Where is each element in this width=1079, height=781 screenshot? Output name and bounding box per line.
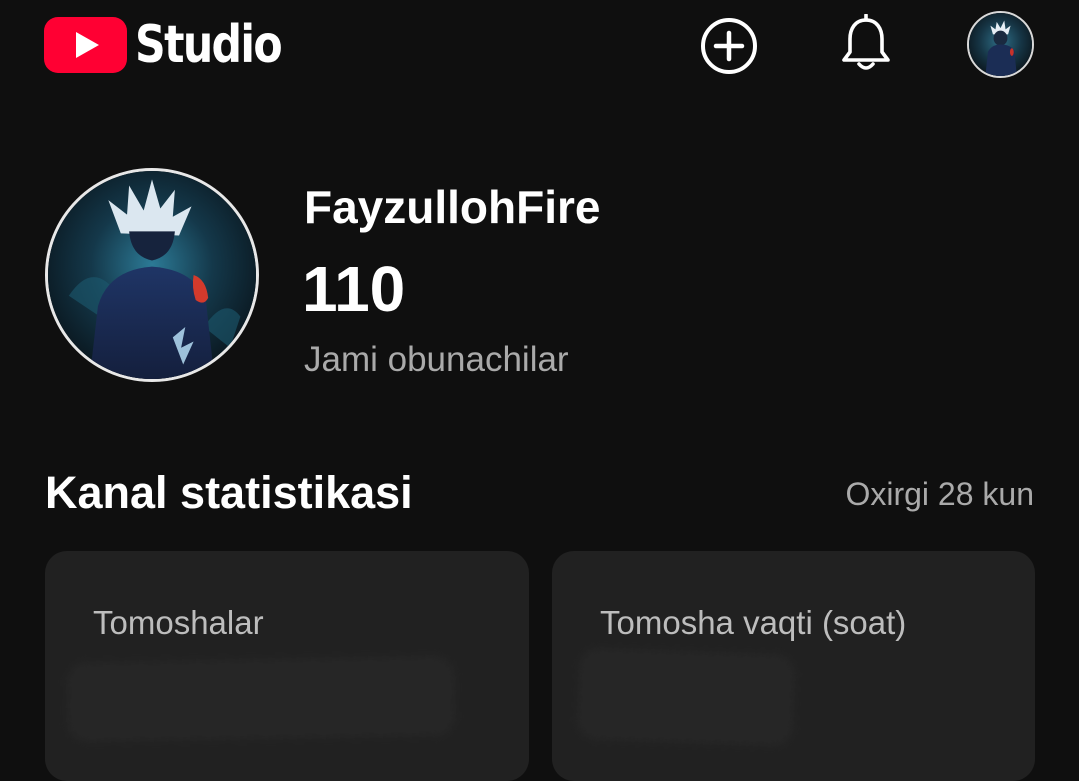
logo-text: Studio bbox=[135, 15, 283, 75]
channel-avatar-image bbox=[48, 171, 256, 379]
notifications-button[interactable] bbox=[838, 13, 894, 77]
views-value-redacted bbox=[66, 655, 456, 743]
views-card[interactable]: Tomoshalar bbox=[45, 551, 529, 781]
channel-name: FayzullohFire bbox=[304, 181, 601, 233]
channel-avatar[interactable] bbox=[45, 168, 259, 382]
avatar bbox=[969, 13, 1032, 76]
subscriber-count: 110 bbox=[302, 253, 406, 325]
bell-icon bbox=[842, 14, 890, 70]
top-app-bar: Studio bbox=[0, 0, 1079, 100]
watch-time-card[interactable]: Tomosha vaqti (soat) bbox=[552, 551, 1035, 781]
add-circle-icon bbox=[701, 18, 757, 74]
create-button[interactable] bbox=[700, 17, 758, 75]
youtube-play-icon bbox=[44, 17, 127, 73]
watch-time-value-redacted bbox=[576, 647, 796, 747]
subscriber-label: Jami obunachilar bbox=[304, 340, 569, 379]
youtube-studio-logo[interactable]: Studio bbox=[44, 14, 313, 76]
watch-time-card-label: Tomosha vaqti (soat) bbox=[600, 604, 907, 641]
channel-analytics-title: Kanal statistikasi bbox=[45, 467, 413, 518]
account-avatar-button[interactable] bbox=[967, 11, 1034, 78]
views-card-label: Tomoshalar bbox=[93, 604, 264, 641]
period-selector[interactable]: Oxirgi 28 kun bbox=[845, 472, 1034, 516]
